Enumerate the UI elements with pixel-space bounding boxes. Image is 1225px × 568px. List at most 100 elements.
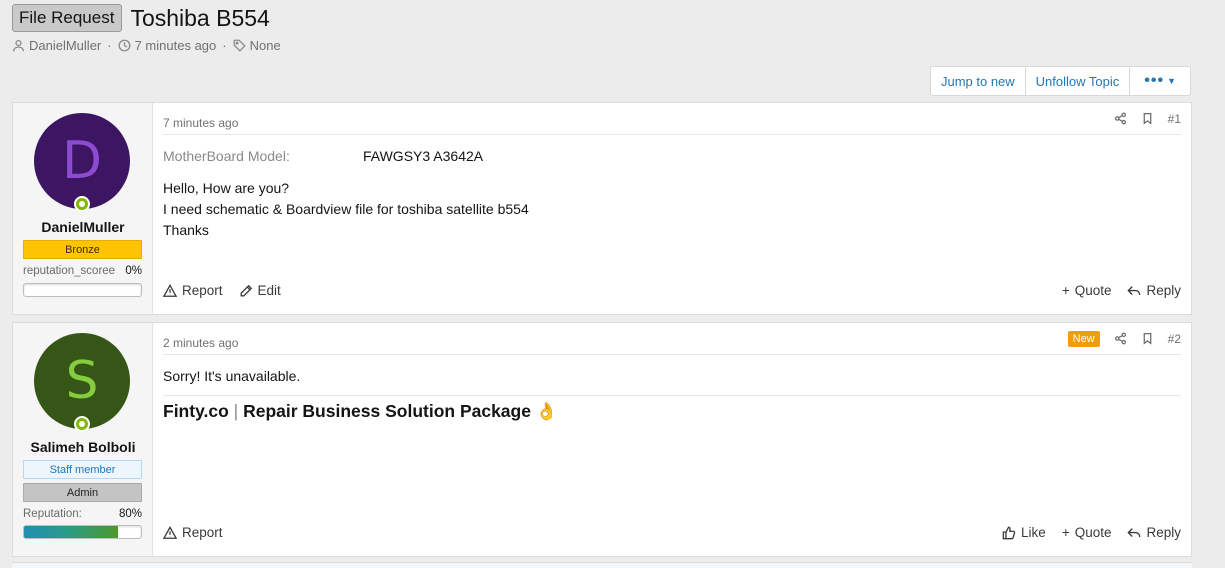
post-body-line: Sorry! It's unavailable.: [163, 368, 301, 384]
like-button[interactable]: Like: [1002, 525, 1046, 540]
post-date[interactable]: 2 minutes ago: [163, 336, 238, 350]
edit-label: Edit: [257, 283, 281, 298]
post-body: Sorry! It's unavailable.: [163, 366, 300, 387]
thread-action-bar: Jump to new Unfollow Topic ••• ▼: [929, 66, 1191, 96]
reputation-label-row: reputation_scoree 0%: [23, 265, 142, 277]
avatar[interactable]: D: [34, 113, 130, 209]
ok-hand-icon: 👌: [535, 401, 558, 421]
reply-label: Reply: [1146, 283, 1181, 298]
post-header: 7 minutes ago #1: [163, 103, 1181, 135]
signature-link[interactable]: Finty.co: [163, 401, 229, 421]
warning-icon: [163, 525, 177, 539]
report-label: Report: [182, 525, 223, 540]
post-body: Hello, How are you? I need schematic & B…: [163, 178, 529, 241]
post-number[interactable]: #2: [1168, 332, 1181, 346]
signature-link-text[interactable]: Repair Business Solution Package: [243, 401, 531, 421]
clock-icon: [118, 39, 131, 52]
quote-label: Quote: [1074, 283, 1112, 298]
post-footer-left: Report Edit: [163, 283, 281, 298]
post-body-line: Hello, How are you?: [163, 180, 290, 196]
thread-prefix-badge[interactable]: File Request: [12, 4, 123, 32]
reputation-bar-fill: [24, 526, 118, 538]
thread-title-row: File Request Toshiba B554: [12, 4, 270, 32]
like-label: Like: [1021, 525, 1046, 540]
new-badge: New: [1067, 330, 1100, 347]
share-icon[interactable]: [1114, 112, 1127, 125]
post-footer-left: Report: [163, 525, 223, 540]
chevron-down-icon: ▼: [1167, 76, 1176, 86]
thread-tags: None: [249, 38, 281, 53]
reply-button[interactable]: Reply: [1127, 283, 1181, 298]
online-status-icon: [74, 416, 90, 432]
thread-meta: DanielMuller · 7 minutes ago · None: [12, 38, 281, 53]
thread-author-link[interactable]: DanielMuller: [29, 38, 101, 53]
pencil-icon: [240, 284, 252, 296]
report-label: Report: [182, 283, 223, 298]
user-rank-banner: Bronze: [23, 240, 142, 259]
plus-icon: +: [1061, 283, 1070, 298]
edit-button[interactable]: Edit: [239, 283, 281, 298]
custom-field-value: FAWGSY3 A3642A: [363, 148, 484, 164]
staff-member-banner: Staff member: [23, 460, 142, 479]
post-header: 2 minutes ago New #2: [163, 323, 1181, 355]
reputation-percent: 80%: [118, 508, 142, 520]
custom-field-motherboard: MotherBoard Model: FAWGSY3 A3642A: [163, 148, 483, 164]
post-body-line: Thanks: [163, 222, 209, 238]
username-link[interactable]: DanielMuller: [13, 219, 153, 235]
post-tools: #1: [1114, 112, 1181, 126]
reputation-bar: [23, 283, 142, 297]
meta-separator: ·: [107, 38, 112, 53]
quote-button[interactable]: + Quote: [1062, 525, 1112, 540]
reply-arrow-icon: [1127, 285, 1141, 295]
bookmark-icon[interactable]: [1141, 332, 1154, 345]
user-rank-banner: Admin: [23, 483, 142, 502]
signature-divider: [163, 395, 1181, 396]
thread-title: Toshiba B554: [130, 5, 270, 31]
post-user-cell: S Salimeh Bolboli Staff member Admin Rep…: [13, 323, 153, 556]
username-link[interactable]: Salimeh Bolboli: [13, 439, 153, 455]
reputation-bar: [23, 525, 142, 539]
post-date[interactable]: 7 minutes ago: [163, 116, 238, 130]
reply-label: Reply: [1146, 525, 1181, 540]
post-footer-right: + Quote Reply: [1062, 283, 1181, 298]
jump-to-new-button[interactable]: Jump to new: [931, 67, 1026, 95]
post-footer-right: Like + Quote Reply: [1002, 525, 1181, 540]
warning-icon: [163, 283, 177, 297]
post-footer: Report Edit + Quote Reply: [163, 283, 1181, 298]
unfollow-topic-button[interactable]: Unfollow Topic: [1026, 67, 1131, 95]
custom-field-label: MotherBoard Model:: [163, 148, 290, 164]
post-footer: Report Like + Quote Reply: [163, 525, 1181, 540]
reputation-percent: 0%: [125, 265, 142, 277]
next-section-edge: [12, 562, 1192, 568]
avatar[interactable]: S: [34, 333, 130, 429]
post-body-line: I need schematic & Boardview file for to…: [163, 201, 529, 217]
signature-separator: |: [233, 401, 239, 421]
quote-label: Quote: [1074, 525, 1112, 540]
signature: Finty.co | Repair Business Solution Pack…: [163, 401, 558, 422]
plus-icon: +: [1061, 525, 1070, 540]
post-message-cell: 7 minutes ago #1 MotherBoard Model: FAWG…: [153, 103, 1191, 314]
post-2: S Salimeh Bolboli Staff member Admin Rep…: [12, 322, 1192, 557]
post-user-cell: D DanielMuller Bronze reputation_scoree …: [13, 103, 153, 314]
more-options-button[interactable]: ••• ▼: [1130, 67, 1190, 95]
more-dots-icon: •••: [1144, 72, 1165, 89]
post-number[interactable]: #1: [1168, 112, 1181, 126]
reply-button[interactable]: Reply: [1127, 525, 1181, 540]
reputation-label: Reputation:: [23, 508, 82, 520]
tag-icon: [233, 39, 246, 52]
post-message-cell: 2 minutes ago New #2 Sorry! It's unavail…: [153, 323, 1191, 556]
online-status-icon: [74, 196, 90, 212]
quote-button[interactable]: + Quote: [1062, 283, 1112, 298]
bookmark-icon[interactable]: [1141, 112, 1154, 125]
reply-arrow-icon: [1127, 527, 1141, 537]
reputation-label: reputation_scoree: [23, 265, 116, 277]
report-button[interactable]: Report: [163, 525, 223, 540]
reputation-label-row: Reputation: 80%: [23, 508, 142, 520]
report-button[interactable]: Report: [163, 283, 223, 298]
post-tools: New #2: [1067, 330, 1181, 347]
share-icon[interactable]: [1114, 332, 1127, 345]
post-1: D DanielMuller Bronze reputation_scoree …: [12, 102, 1192, 315]
thread-time[interactable]: 7 minutes ago: [135, 38, 217, 53]
thumbs-up-icon: [1002, 526, 1016, 539]
meta-separator: ·: [222, 38, 227, 53]
